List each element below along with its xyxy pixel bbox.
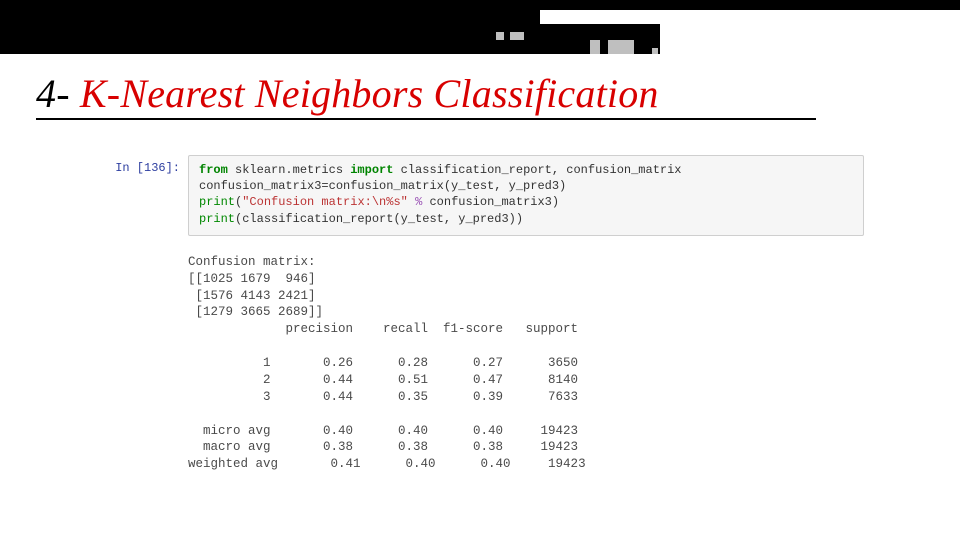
decorative-step	[660, 24, 960, 54]
title-prefix: 4-	[36, 71, 80, 118]
decorative-accent	[496, 32, 504, 40]
title-text: K-Nearest Neighbors Classification	[80, 71, 659, 118]
code-func: print	[199, 212, 235, 226]
code-text	[408, 195, 415, 209]
top-bar	[0, 0, 960, 54]
jupyter-cell: In [136]: from sklearn.metrics import cl…	[94, 155, 864, 473]
page-title: 4- K-Nearest Neighbors Classification	[36, 70, 659, 117]
decorative-accent	[590, 40, 600, 54]
code-keyword-import: import	[350, 163, 393, 177]
decorative-accent	[608, 40, 634, 54]
slide: 4- K-Nearest Neighbors Classification In…	[0, 0, 960, 540]
code-func: print	[199, 195, 235, 209]
code-text: sklearn.metrics	[228, 163, 350, 177]
title-underline	[36, 118, 816, 120]
decorative-step	[540, 10, 960, 24]
code-cell-row: In [136]: from sklearn.metrics import cl…	[94, 155, 864, 236]
code-text: (classification_report(y_test, y_pred3))	[235, 212, 523, 226]
code-block: from sklearn.metrics import classificati…	[188, 155, 864, 236]
code-text: confusion_matrix3=confusion_matrix(y_tes…	[199, 179, 566, 193]
code-text: confusion_matrix3)	[422, 195, 559, 209]
code-text: classification_report, confusion_matrix	[393, 163, 681, 177]
cell-output: Confusion matrix: [[1025 1679 946] [1576…	[188, 236, 864, 473]
code-keyword-from: from	[199, 163, 228, 177]
cell-prompt: In [136]:	[94, 155, 188, 175]
code-string: "Confusion matrix:\n%s"	[242, 195, 408, 209]
decorative-accent	[510, 32, 524, 40]
decorative-accent	[652, 48, 658, 54]
